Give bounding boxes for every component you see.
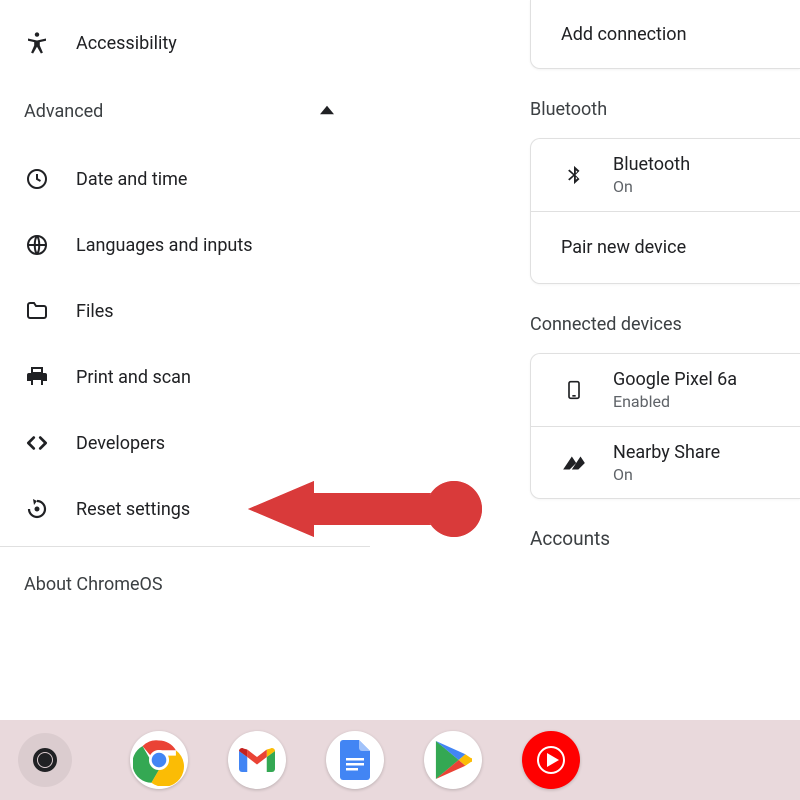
phone-row[interactable]: Google Pixel 6a Enabled xyxy=(531,354,800,426)
folder-icon xyxy=(24,298,50,324)
sidebar-item-accessibility[interactable]: Accessibility xyxy=(0,10,370,76)
nearby-share-status: On xyxy=(613,465,720,484)
code-icon xyxy=(24,430,50,456)
clock-icon xyxy=(24,166,50,192)
launcher-dot-icon xyxy=(38,753,52,767)
sidebar-item-about[interactable]: About ChromeOS xyxy=(0,547,370,621)
sidebar-item-languages[interactable]: Languages and inputs xyxy=(0,212,370,278)
nearby-share-row[interactable]: Nearby Share On xyxy=(531,426,800,498)
sidebar-item-label: Reset settings xyxy=(76,499,190,520)
connected-devices-section-header: Connected devices xyxy=(530,284,800,353)
add-connection-row[interactable]: Add connection xyxy=(531,0,800,68)
nearby-share-title: Nearby Share xyxy=(613,442,720,463)
globe-icon xyxy=(24,232,50,258)
bluetooth-card: Bluetooth On Pair new device xyxy=(530,138,800,284)
main-content: Add connection Bluetooth Bluetooth On Pa… xyxy=(370,0,800,800)
shelf xyxy=(0,720,800,800)
sidebar-item-label: Files xyxy=(76,301,114,322)
sidebar-item-print-scan[interactable]: Print and scan xyxy=(0,344,370,410)
sidebar: Accessibility Advanced Date and time Lan… xyxy=(0,0,370,800)
pair-new-device-row[interactable]: Pair new device xyxy=(531,211,800,283)
chevron-up-icon xyxy=(320,101,334,122)
docs-app-icon[interactable] xyxy=(326,731,384,789)
printer-icon xyxy=(24,364,50,390)
shelf-apps xyxy=(130,731,580,789)
sidebar-item-date-time[interactable]: Date and time xyxy=(0,146,370,212)
sidebar-item-label: Print and scan xyxy=(76,367,191,388)
play-store-app-icon[interactable] xyxy=(424,731,482,789)
sidebar-item-label: Date and time xyxy=(76,169,187,190)
phone-status: Enabled xyxy=(613,392,737,411)
bluetooth-section-header: Bluetooth xyxy=(530,69,800,138)
launcher-button[interactable] xyxy=(18,733,72,787)
gmail-app-icon[interactable] xyxy=(228,731,286,789)
phone-name: Google Pixel 6a xyxy=(613,369,737,390)
sidebar-item-developers[interactable]: Developers xyxy=(0,410,370,476)
reset-icon xyxy=(24,496,50,522)
accessibility-icon xyxy=(24,30,50,56)
sidebar-advanced-toggle[interactable]: Advanced xyxy=(0,76,370,146)
bluetooth-row[interactable]: Bluetooth On xyxy=(531,139,800,211)
sidebar-item-label: Accessibility xyxy=(76,33,177,54)
sidebar-item-label: Languages and inputs xyxy=(76,235,253,256)
sidebar-item-label: Developers xyxy=(76,433,165,454)
chrome-app-icon[interactable] xyxy=(130,731,188,789)
youtube-music-app-icon[interactable] xyxy=(522,731,580,789)
phone-icon xyxy=(561,377,587,403)
add-connection-label: Add connection xyxy=(561,24,687,45)
nearby-share-icon xyxy=(561,450,587,476)
pair-new-device-label: Pair new device xyxy=(561,237,686,258)
bluetooth-status: On xyxy=(613,177,690,196)
sidebar-about-label: About ChromeOS xyxy=(24,574,163,595)
sidebar-advanced-label: Advanced xyxy=(24,101,103,122)
bluetooth-icon xyxy=(561,162,587,188)
sidebar-item-files[interactable]: Files xyxy=(0,278,370,344)
add-connection-card: Add connection xyxy=(530,0,800,69)
connected-devices-card: Google Pixel 6a Enabled Nearby Share On xyxy=(530,353,800,499)
sidebar-item-reset-settings[interactable]: Reset settings xyxy=(0,476,370,542)
accounts-section-header: Accounts xyxy=(530,499,800,550)
bluetooth-title: Bluetooth xyxy=(613,154,690,175)
